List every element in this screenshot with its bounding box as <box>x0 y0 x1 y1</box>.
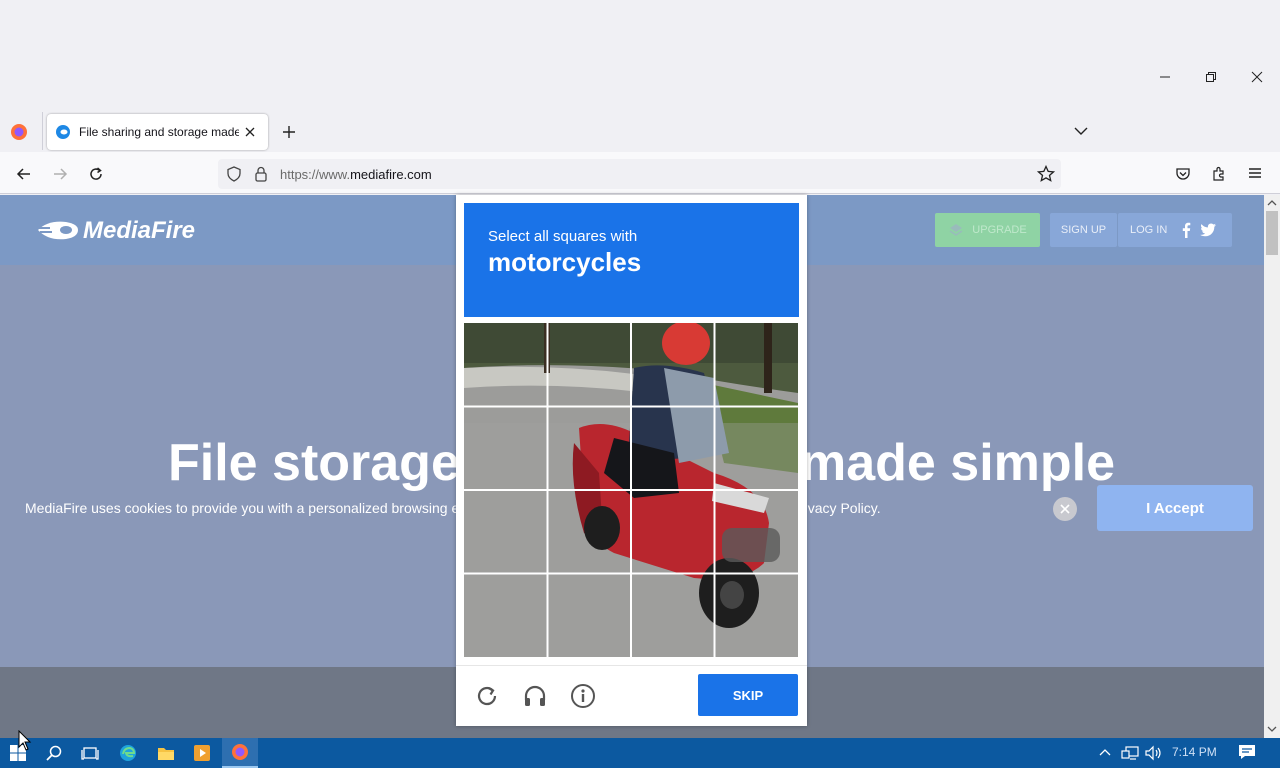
tab-title: File sharing and storage made s <box>79 125 239 139</box>
cookie-privacy-link[interactable]: rivacy Policy. <box>800 500 881 516</box>
hero-heading-left: File storage <box>168 434 460 492</box>
mediafire-favicon-icon <box>56 125 70 139</box>
url-domain: mediafire.com <box>350 167 432 182</box>
scroll-down-icon[interactable] <box>1264 723 1280 735</box>
new-tab-button[interactable] <box>282 125 296 139</box>
search-button[interactable] <box>36 738 72 768</box>
media-player-icon <box>194 745 210 761</box>
firefox-taskbar-button[interactable] <box>222 738 258 768</box>
pocket-icon[interactable] <box>1175 166 1191 182</box>
vertical-scrollbar[interactable] <box>1264 195 1280 738</box>
captcha-audio-button[interactable] <box>521 682 549 710</box>
cookie-close-button[interactable] <box>1053 497 1077 521</box>
upgrade-label: UPGRADE <box>972 224 1027 236</box>
notification-icon <box>1239 745 1255 759</box>
close-icon <box>1060 504 1070 514</box>
back-button[interactable] <box>8 158 40 190</box>
plus-icon <box>283 126 295 138</box>
cookie-text-left: MediaFire uses cookies to provide you wi… <box>25 500 475 516</box>
captcha-refresh-button[interactable] <box>473 682 501 710</box>
sign-up-button[interactable]: SIGN UP <box>1050 213 1117 247</box>
refresh-icon <box>477 686 497 706</box>
forward-button[interactable] <box>44 158 76 190</box>
url-prefix: https://www. <box>280 167 351 182</box>
sign-up-label: SIGN UP <box>1060 224 1107 236</box>
captcha-target-word: motorcycles <box>488 247 642 277</box>
edge-icon <box>120 745 136 761</box>
firefox-icon <box>232 744 248 760</box>
title-bar <box>0 0 1280 112</box>
hero-heading-right: made simple <box>800 434 1116 492</box>
lock-icon[interactable] <box>254 166 268 182</box>
captcha-prompt-header: Select all squares with motorcycles <box>464 203 799 317</box>
scrollbar-thumb[interactable] <box>1266 211 1278 255</box>
volume-icon[interactable] <box>1145 745 1163 761</box>
captcha-instruction: Select all squares with <box>488 228 638 245</box>
info-icon <box>571 684 595 708</box>
url-text[interactable]: https://www.mediafire.com <box>280 167 432 182</box>
task-view-icon <box>81 747 99 760</box>
facebook-icon[interactable] <box>1181 222 1191 238</box>
bookmark-star-icon[interactable] <box>1037 165 1055 183</box>
edge-taskbar-button[interactable] <box>110 738 146 768</box>
minimize-icon <box>1160 76 1170 78</box>
mediafire-logo-icon[interactable] <box>36 217 80 243</box>
notifications-button[interactable] <box>1238 744 1256 760</box>
log-in-button[interactable]: LOG IN <box>1118 213 1232 247</box>
menu-hamburger-icon[interactable] <box>1248 167 1262 179</box>
mouse-cursor-icon <box>18 730 32 752</box>
tracking-protection-icon[interactable] <box>226 166 242 182</box>
task-view-button[interactable] <box>72 738 108 768</box>
close-window-button[interactable] <box>1234 62 1280 92</box>
reload-button[interactable] <box>80 158 112 190</box>
captcha-image-grid <box>464 323 798 657</box>
upgrade-icon <box>949 224 963 236</box>
reload-icon <box>90 167 102 180</box>
file-explorer-taskbar-button[interactable] <box>148 738 184 768</box>
twitter-icon[interactable] <box>1199 223 1217 238</box>
restore-button[interactable] <box>1188 62 1234 92</box>
firefox-view-icon[interactable] <box>10 123 28 141</box>
clock[interactable]: 7:14 PM <box>1172 745 1217 759</box>
captcha-info-button[interactable] <box>569 682 597 710</box>
captcha-footer-divider <box>456 665 807 666</box>
captcha-image <box>464 323 798 657</box>
log-in-label: LOG IN <box>1130 224 1168 236</box>
logo-text[interactable]: MediaFire <box>83 217 195 245</box>
media-player-taskbar-button[interactable] <box>184 738 220 768</box>
show-hidden-icons-button[interactable] <box>1098 746 1112 758</box>
headphones-icon <box>524 685 546 706</box>
captcha-challenge: Select all squares with motorcycles SKIP <box>456 195 807 726</box>
scroll-up-icon[interactable] <box>1264 197 1280 209</box>
close-tab-icon[interactable] <box>245 127 255 137</box>
tab-divider <box>42 112 43 150</box>
upgrade-button[interactable]: UPGRADE <box>935 213 1040 247</box>
chevron-up-icon <box>1099 749 1111 756</box>
chevron-down-icon <box>1074 127 1088 135</box>
tab-mediafire[interactable]: File sharing and storage made s <box>47 114 268 150</box>
captcha-skip-button[interactable]: SKIP <box>698 674 798 716</box>
close-icon <box>1251 71 1263 83</box>
minimize-button[interactable] <box>1142 62 1188 92</box>
network-icon[interactable] <box>1121 745 1139 761</box>
restore-icon <box>1206 72 1216 82</box>
arrow-left-icon <box>16 168 30 180</box>
accept-cookies-button[interactable]: I Accept <box>1097 485 1253 531</box>
search-icon <box>46 745 62 761</box>
arrow-right-icon <box>54 168 68 180</box>
folder-icon <box>158 748 174 760</box>
list-tabs-button[interactable] <box>1074 126 1088 136</box>
extensions-icon[interactable] <box>1211 166 1227 182</box>
